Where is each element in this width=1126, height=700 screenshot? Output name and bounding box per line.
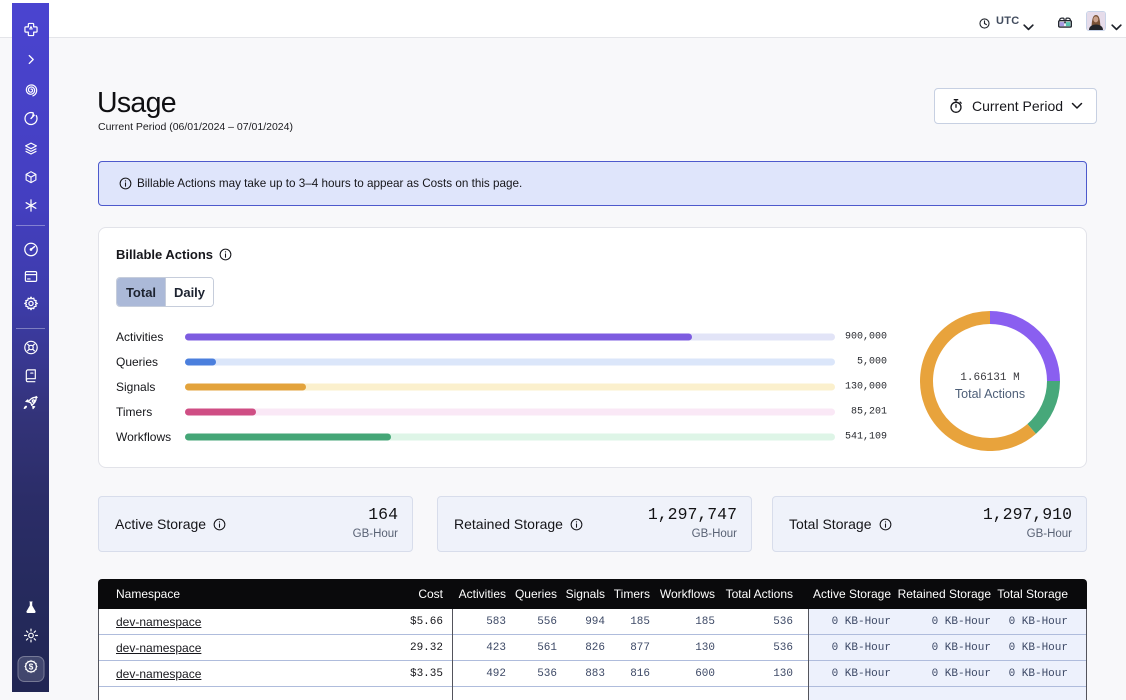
svg-text:$: $ (28, 662, 33, 671)
